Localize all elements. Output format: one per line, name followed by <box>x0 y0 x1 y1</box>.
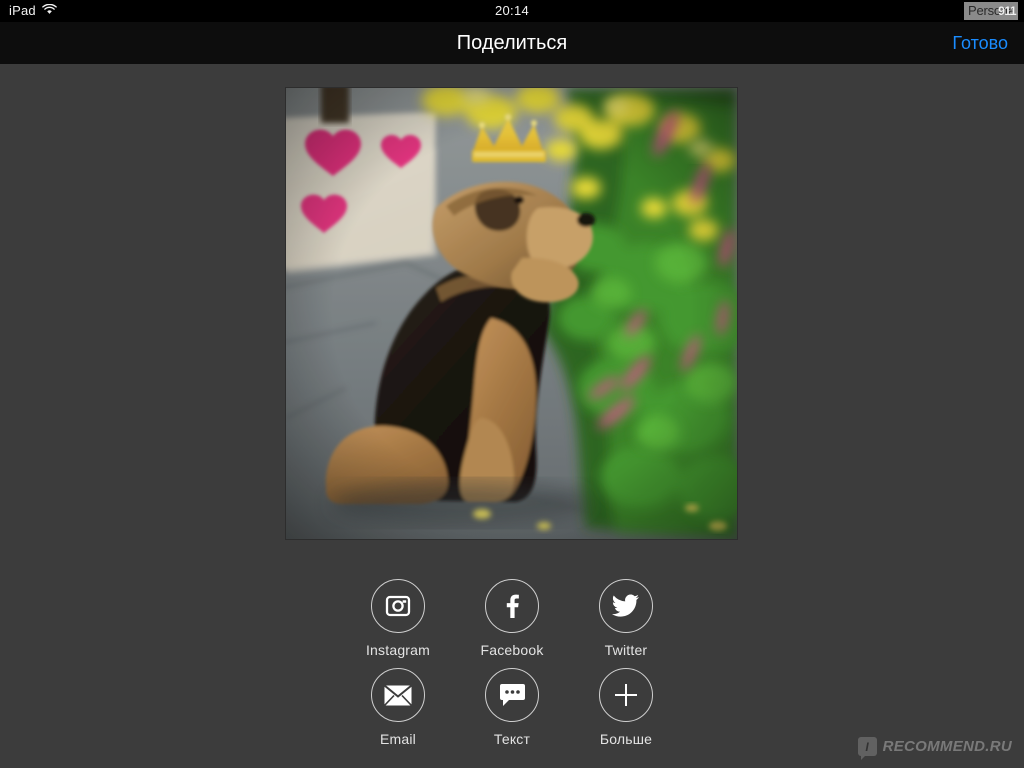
done-button[interactable]: Готово <box>952 22 1008 64</box>
share-target-instagram[interactable]: Instagram <box>341 579 455 658</box>
facebook-f-icon <box>499 593 525 619</box>
share-label-text: Текст <box>493 731 531 747</box>
share-target-email[interactable]: Email <box>341 668 455 747</box>
overlay-label: 911 <box>998 4 1016 18</box>
battery-area-overlay: Persona 911 <box>963 2 1018 20</box>
page-title: Поделиться <box>456 32 568 54</box>
share-sheet-content: Instagram Facebook Twitter Email Текст Б… <box>0 64 1024 768</box>
share-target-text[interactable]: Текст <box>455 668 569 747</box>
share-target-more[interactable]: Больше <box>569 668 683 747</box>
watermark-text: RECOMMEND.RU <box>882 738 1012 755</box>
site-watermark: I RECOMMEND.RU <box>857 737 1012 760</box>
speech-bubble-icon <box>499 683 526 707</box>
email-circle[interactable] <box>371 668 425 722</box>
more-circle[interactable] <box>599 668 653 722</box>
facebook-circle[interactable] <box>485 579 539 633</box>
share-target-grid: Instagram Facebook Twitter Email Текст Б… <box>0 579 1024 757</box>
share-label-more: Больше <box>599 731 653 747</box>
share-label-facebook: Facebook <box>480 642 544 658</box>
watermark-badge-icon: I <box>857 737 877 760</box>
envelope-icon <box>384 684 412 706</box>
share-label-email: Email <box>379 731 416 747</box>
instagram-circle[interactable] <box>371 579 425 633</box>
app-screen: iPad 20:14 Persona911 Поделиться Готово <box>0 0 1024 768</box>
instagram-camera-icon <box>385 593 411 619</box>
share-target-facebook[interactable]: Facebook <box>455 579 569 658</box>
share-label-instagram: Instagram <box>365 642 431 658</box>
photo-preview[interactable] <box>286 88 737 539</box>
navigation-bar: Поделиться Готово <box>0 22 1024 65</box>
share-target-twitter[interactable]: Twitter <box>569 579 683 658</box>
twitter-bird-icon <box>612 594 640 618</box>
status-bar-time: 20:14 <box>494 3 530 18</box>
plus-icon <box>612 681 640 709</box>
share-row-1: Instagram Facebook Twitter <box>0 579 1024 658</box>
twitter-circle[interactable] <box>599 579 653 633</box>
status-bar: iPad 20:14 Persona 911 <box>0 0 1024 22</box>
share-row-2: Email Текст Больше <box>0 668 1024 747</box>
watermark-badge-letter: I <box>865 739 869 754</box>
text-circle[interactable] <box>485 668 539 722</box>
share-label-twitter: Twitter <box>604 642 648 658</box>
status-bar-right: Persona 911 <box>963 2 1018 20</box>
